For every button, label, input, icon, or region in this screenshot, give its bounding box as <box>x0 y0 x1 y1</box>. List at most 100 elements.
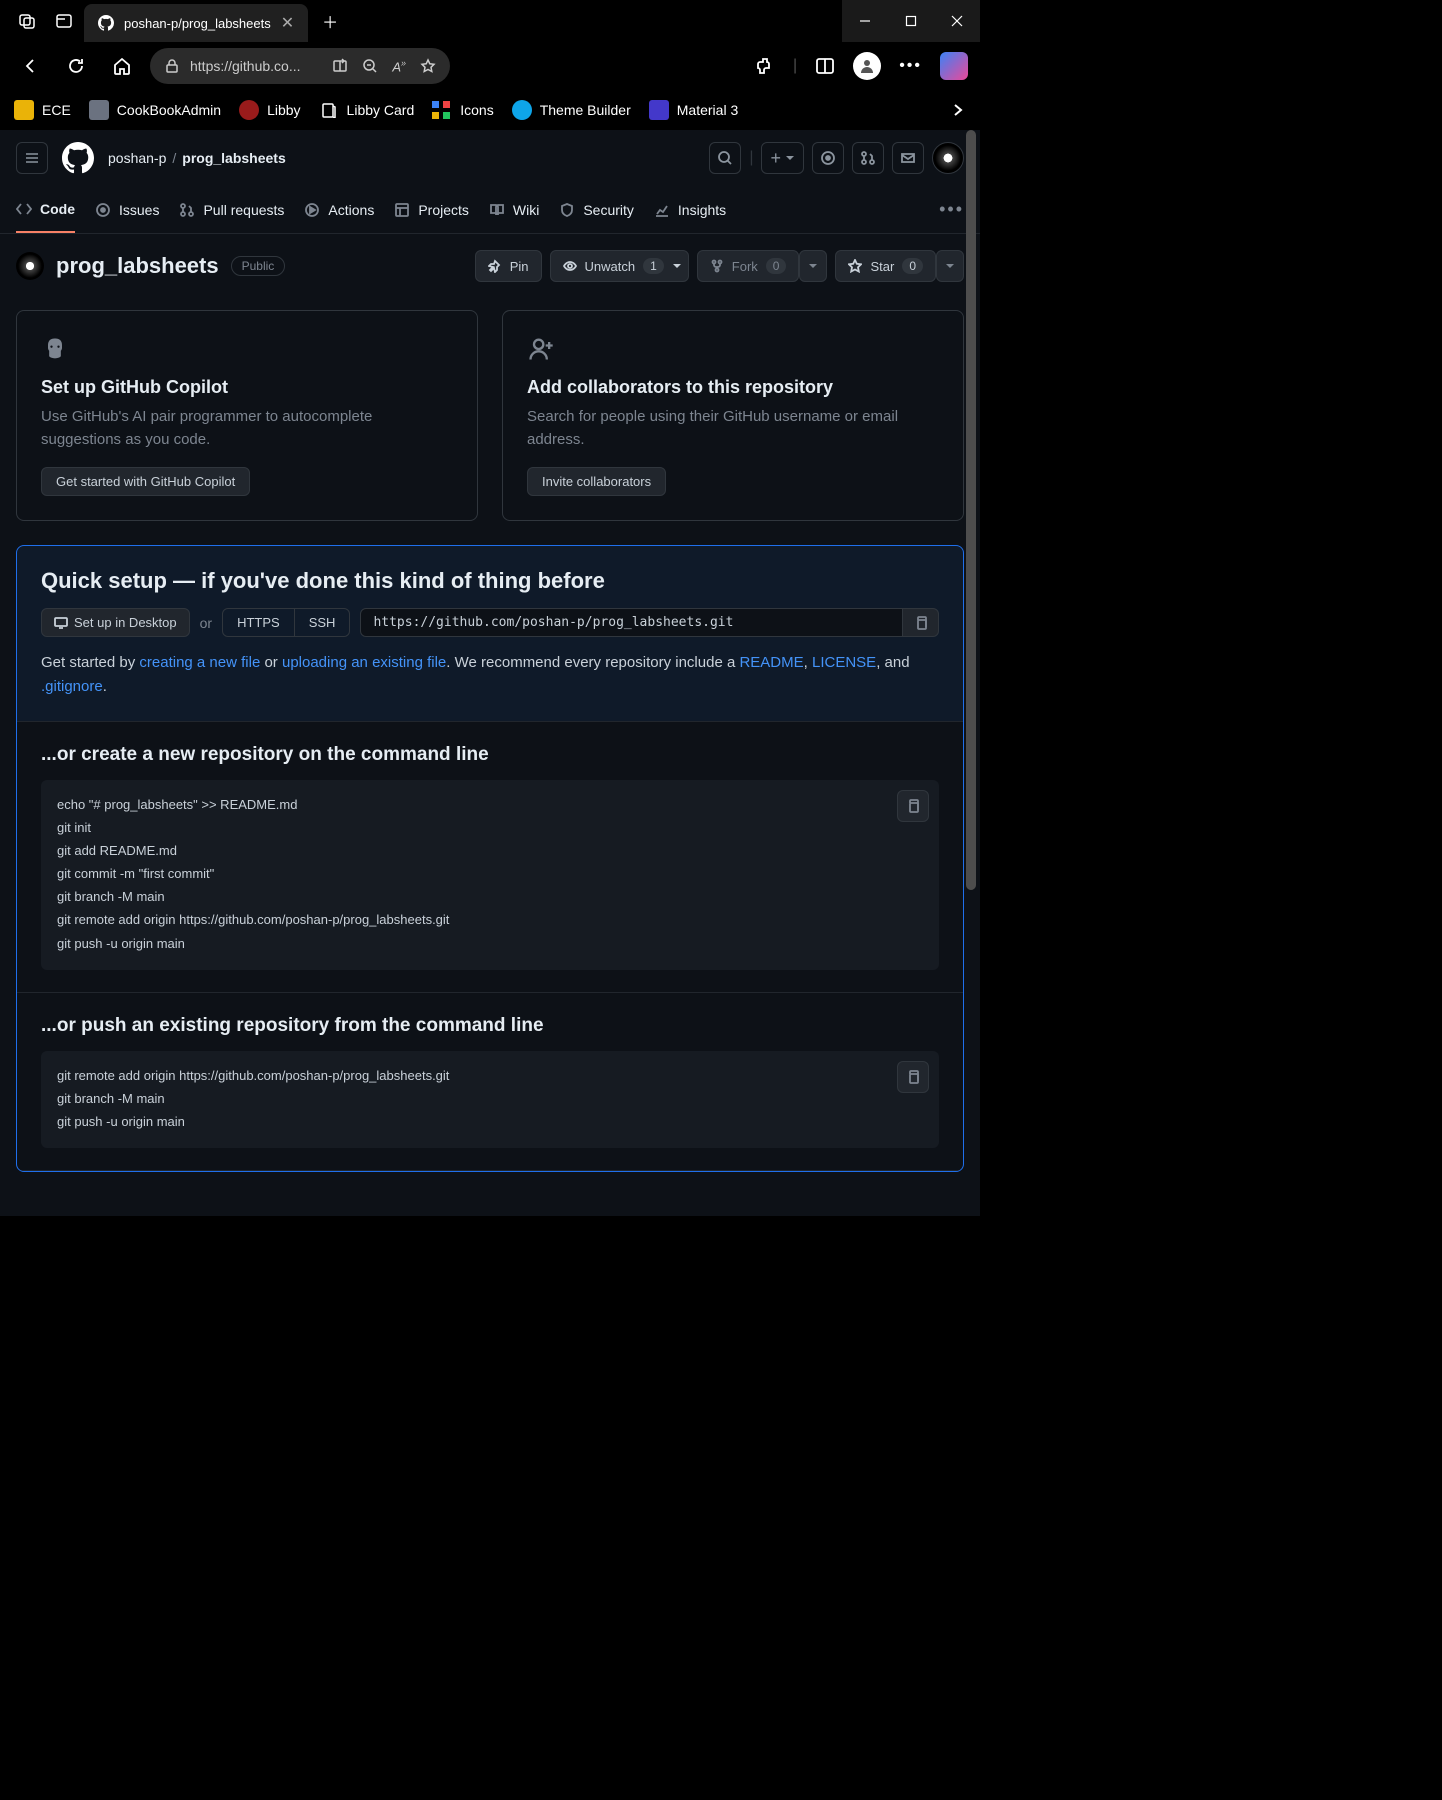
bookmark-ece[interactable]: ECE <box>14 100 71 120</box>
caret-down-icon <box>672 261 682 271</box>
hamburger-menu-button[interactable] <box>16 142 48 174</box>
nav-projects[interactable]: Projects <box>394 186 469 233</box>
repo-navigation: Code Issues Pull requests Actions Projec… <box>0 186 980 234</box>
nav-code[interactable]: Code <box>16 186 75 233</box>
star-button[interactable]: Star0 <box>835 250 936 282</box>
create-new-file-link[interactable]: creating a new file <box>139 654 260 671</box>
copy-icon <box>906 1070 920 1084</box>
repo-name: prog_labsheets <box>56 253 219 279</box>
browser-tab-active[interactable]: poshan-p/prog_labsheets ✕ <box>84 4 308 42</box>
address-bar[interactable]: https://github.co... A» <box>150 48 450 84</box>
scrollbar[interactable] <box>966 130 978 1216</box>
ssh-button[interactable]: SSH <box>295 609 350 636</box>
repo-owner-avatar <box>16 252 44 280</box>
repo-title-row: prog_labsheets Public Pin Unwatch1 Fork0… <box>0 234 980 298</box>
extensions-icon[interactable] <box>755 56 775 76</box>
zoom-out-icon[interactable] <box>362 58 378 74</box>
breadcrumb-owner[interactable]: poshan-p <box>108 150 166 166</box>
tab-title: poshan-p/prog_labsheets <box>124 16 271 31</box>
maximize-button[interactable] <box>888 0 934 42</box>
setup-in-desktop-button[interactable]: Set up in Desktop <box>41 608 190 637</box>
favorite-icon[interactable] <box>420 58 436 74</box>
bookmark-material-3[interactable]: Material 3 <box>649 100 738 120</box>
nav-insights[interactable]: Insights <box>654 186 726 233</box>
nav-security[interactable]: Security <box>559 186 634 233</box>
copilot-sidebar-icon[interactable] <box>940 52 968 80</box>
new-tab-button[interactable]: ＋ <box>314 5 346 37</box>
tab-overview-icon[interactable] <box>52 9 76 33</box>
push-repo-section: ...or push an existing repository from t… <box>17 993 963 1171</box>
copilot-card: Set up GitHub Copilot Use GitHub's AI pa… <box>16 310 478 521</box>
github-logo-icon[interactable] <box>62 142 94 174</box>
user-avatar[interactable] <box>932 142 964 174</box>
window-controls <box>842 0 980 42</box>
copilot-get-started-button[interactable]: Get started with GitHub Copilot <box>41 467 250 496</box>
split-screen-icon[interactable] <box>332 58 348 74</box>
breadcrumb-repo[interactable]: prog_labsheets <box>182 150 285 166</box>
push-repo-code[interactable]: git remote add origin https://github.com… <box>41 1051 939 1148</box>
nav-actions[interactable]: Actions <box>304 186 374 233</box>
lock-icon <box>164 58 180 74</box>
workspaces-icon[interactable] <box>16 9 40 33</box>
copy-create-code-button[interactable] <box>897 790 929 822</box>
nav-more-button[interactable]: ••• <box>939 199 964 220</box>
read-aloud-icon[interactable]: A» <box>392 58 406 74</box>
github-favicon-icon <box>98 15 114 31</box>
back-button[interactable] <box>12 48 48 84</box>
refresh-button[interactable] <box>58 48 94 84</box>
nav-wiki[interactable]: Wiki <box>489 186 539 233</box>
github-header: poshan-p / prog_labsheets | + <box>0 130 980 186</box>
bookmarks-bar: ECE CookBookAdmin Libby Libby Card Icons… <box>0 90 980 130</box>
tab-close-icon[interactable]: ✕ <box>281 13 294 33</box>
repo-visibility-badge: Public <box>231 256 286 276</box>
url-text: https://github.co... <box>190 58 301 74</box>
bookmark-cookbookadmin[interactable]: CookBookAdmin <box>89 100 221 120</box>
collaborators-card: Add collaborators to this repository Sea… <box>502 310 964 521</box>
unwatch-button[interactable]: Unwatch1 <box>550 250 689 282</box>
profile-button[interactable] <box>853 52 881 80</box>
collab-card-desc: Search for people using their GitHub use… <box>527 406 939 451</box>
copy-url-button[interactable] <box>903 608 939 637</box>
license-link[interactable]: LICENSE <box>812 654 876 671</box>
bookmarks-overflow-icon[interactable] <box>950 102 966 118</box>
add-person-icon <box>527 335 939 363</box>
readme-link[interactable]: README <box>739 654 803 671</box>
scrollbar-thumb[interactable] <box>966 130 976 890</box>
invite-collaborators-button[interactable]: Invite collaborators <box>527 467 666 496</box>
create-repo-title: ...or create a new repository on the com… <box>41 744 939 766</box>
create-new-button[interactable]: + <box>761 142 804 174</box>
upload-existing-file-link[interactable]: uploading an existing file <box>282 654 446 671</box>
minimize-button[interactable] <box>842 0 888 42</box>
https-button[interactable]: HTTPS <box>223 609 295 636</box>
page-content: poshan-p / prog_labsheets | + Code Issue… <box>0 130 980 1216</box>
fork-button[interactable]: Fork0 <box>697 250 800 282</box>
pin-icon <box>488 259 502 273</box>
bookmark-libby[interactable]: Libby <box>239 100 300 120</box>
gitignore-link[interactable]: .gitignore <box>41 678 103 695</box>
star-dropdown[interactable] <box>936 250 964 282</box>
notifications-button[interactable] <box>892 142 924 174</box>
pull-requests-header-button[interactable] <box>852 142 884 174</box>
copy-icon <box>906 799 920 813</box>
home-button[interactable] <box>104 48 140 84</box>
create-repo-section: ...or create a new repository on the com… <box>17 722 963 993</box>
nav-pull-requests[interactable]: Pull requests <box>179 186 284 233</box>
nav-issues[interactable]: Issues <box>95 186 159 233</box>
sidebar-icon[interactable] <box>815 56 835 76</box>
fork-icon <box>710 259 724 273</box>
bookmark-theme-builder[interactable]: Theme Builder <box>512 100 631 120</box>
copy-push-code-button[interactable] <box>897 1061 929 1093</box>
create-repo-code[interactable]: echo "# prog_labsheets" >> README.md git… <box>41 780 939 970</box>
window-titlebar: poshan-p/prog_labsheets ✕ ＋ <box>0 0 980 42</box>
clone-url-input[interactable] <box>360 608 903 637</box>
close-window-button[interactable] <box>934 0 980 42</box>
desktop-icon <box>54 616 68 630</box>
push-repo-title: ...or push an existing repository from t… <box>41 1015 939 1037</box>
pin-button[interactable]: Pin <box>475 250 542 282</box>
bookmark-libby-card[interactable]: Libby Card <box>319 100 415 120</box>
search-button[interactable] <box>709 142 741 174</box>
bookmark-icons[interactable]: Icons <box>432 100 493 120</box>
issues-header-button[interactable] <box>812 142 844 174</box>
fork-dropdown[interactable] <box>799 250 827 282</box>
menu-button[interactable]: ••• <box>899 57 922 75</box>
